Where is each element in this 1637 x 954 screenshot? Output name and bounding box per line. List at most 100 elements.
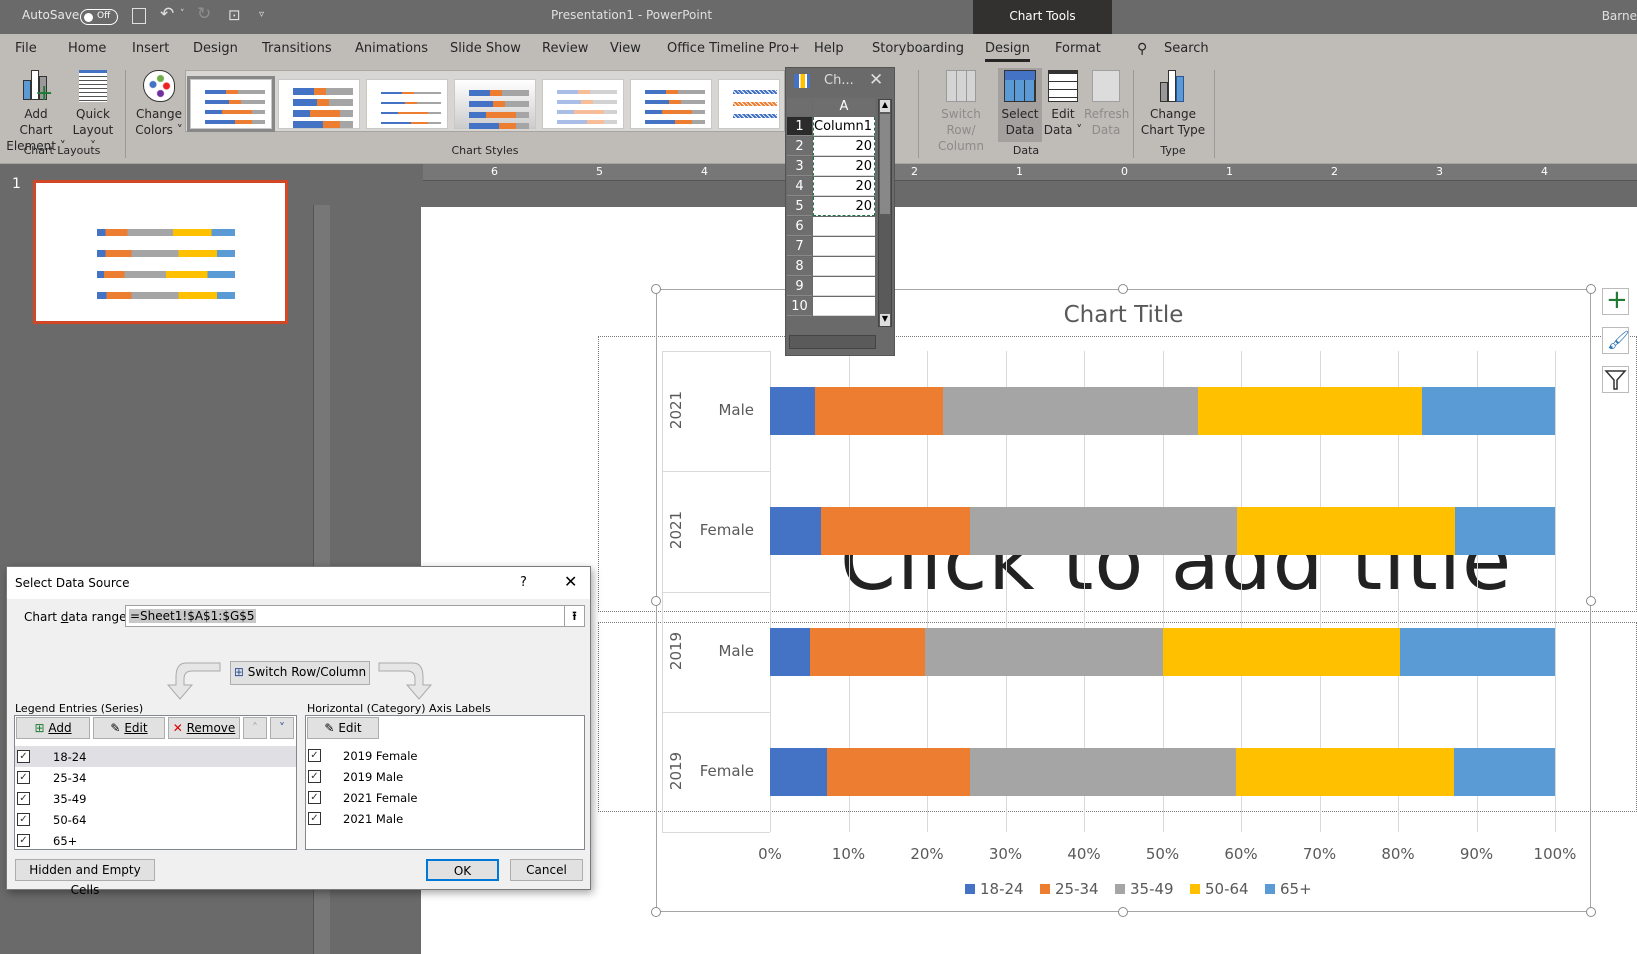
resize-handle[interactable] (1586, 907, 1596, 917)
save-icon[interactable] (132, 8, 146, 24)
scroll-up-icon[interactable]: ▲ (880, 100, 890, 112)
axis-labels-list[interactable]: ✎ Edit ✓ 2019 Female ✓ 2019 Male ✓ 2021 Femal… (305, 715, 585, 850)
chart-filters-button[interactable] (1602, 366, 1629, 393)
tab-slide-show[interactable]: Slide Show (450, 41, 521, 56)
close-icon[interactable]: ✕ (869, 70, 883, 90)
series-checkbox[interactable]: ✓ (17, 750, 30, 763)
row-header[interactable]: 1 (787, 117, 812, 136)
axis-label-checkbox[interactable]: ✓ (308, 770, 321, 783)
sheet-cell[interactable] (813, 257, 875, 276)
chart-style-4[interactable] (454, 79, 536, 129)
add-chart-element-button[interactable]: + Add Chart Element ˅ (6, 70, 66, 154)
resize-handle[interactable] (1118, 284, 1128, 294)
refresh-data-button[interactable]: Refresh Data (1084, 70, 1129, 138)
sheet-cell[interactable] (813, 297, 875, 316)
tab-transitions[interactable]: Transitions (262, 41, 332, 56)
hidden-empty-cells-button[interactable]: Hidden and Empty Cells (15, 859, 155, 897)
tab-animations[interactable]: Animations (355, 41, 428, 56)
series-checkbox[interactable]: ✓ (17, 792, 30, 805)
sheet-row[interactable]: 10 (786, 297, 892, 317)
column-header-a[interactable]: A (813, 98, 875, 116)
select-all-corner[interactable] (787, 98, 812, 116)
resize-handle[interactable] (651, 596, 661, 606)
edit-axis-labels-button[interactable]: ✎ Edit (307, 717, 379, 739)
sheet-row[interactable]: 2 20 (786, 137, 892, 157)
chart-data-sheet-window[interactable]: Ch... ✕ A ▲ ▼ 1 Column1 2 20 3 20 4 20 5 20 6 7 8 9 10 (785, 67, 895, 356)
chart-style-7[interactable] (718, 79, 780, 129)
chart-style-1[interactable] (187, 76, 275, 132)
series-list-item[interactable]: ✓ 35-49 (15, 788, 296, 809)
undo-dropdown-icon[interactable]: ˅ (180, 9, 185, 19)
resize-handle[interactable] (1118, 907, 1128, 917)
switch-row-column-button[interactable]: Switch Row/ Column (926, 70, 996, 154)
resize-handle[interactable] (651, 907, 661, 917)
row-header[interactable]: 2 (787, 137, 812, 156)
sheet-row[interactable]: 4 20 (786, 177, 892, 197)
sheet-cell[interactable]: 20 (813, 197, 875, 216)
sheet-row[interactable]: 1 Column1 (786, 117, 892, 137)
slide-thumbnail-1[interactable] (33, 180, 288, 324)
tab-help[interactable]: Help (814, 41, 844, 56)
chart-style-3[interactable] (366, 79, 448, 129)
sheet-cell[interactable] (813, 277, 875, 296)
tab-storyboarding[interactable]: Storyboarding (872, 41, 964, 56)
tab-insert[interactable]: Insert (132, 41, 169, 56)
sheet-row[interactable]: 3 20 (786, 157, 892, 177)
chart-styles-gallery[interactable] (185, 70, 785, 132)
switch-row-column-dialog-button[interactable]: ⊞ Switch Row/Column (230, 661, 370, 685)
axis-label-checkbox[interactable]: ✓ (308, 791, 321, 804)
dialog-close-icon[interactable]: ✕ (564, 572, 577, 591)
customize-qat-icon[interactable]: ▿ (259, 9, 264, 20)
sheet-cell[interactable]: 20 (813, 177, 875, 196)
edit-series-button[interactable]: ✎ Edit (93, 717, 165, 739)
row-header[interactable]: 3 (787, 157, 812, 176)
present-icon[interactable]: ⊡ (228, 6, 241, 24)
undo-icon[interactable]: ↶ (160, 4, 174, 24)
horizontal-scrollbar[interactable] (789, 335, 876, 349)
axis-label-item[interactable]: ✓ 2021 Male (306, 809, 584, 830)
tab-design[interactable]: Design (193, 41, 238, 56)
tab-view[interactable]: View (610, 41, 641, 56)
series-list-item[interactable]: ✓ 25-34 (15, 767, 296, 788)
quick-layout-button[interactable]: Quick Layout ˅ (68, 70, 118, 154)
sheet-row[interactable]: 5 20 (786, 197, 892, 217)
row-header[interactable]: 4 (787, 177, 812, 196)
row-header[interactable]: 5 (787, 197, 812, 216)
axis-label-checkbox[interactable]: ✓ (308, 749, 321, 762)
sheet-row[interactable]: 6 (786, 217, 892, 237)
series-checkbox[interactable]: ✓ (17, 771, 30, 784)
search-icon[interactable]: ⚲ (1137, 41, 1147, 57)
tab-chart-design[interactable]: Design (985, 41, 1030, 62)
series-list-item[interactable]: ✓ 65+ (15, 830, 296, 851)
select-data-button[interactable]: Select Data (998, 68, 1042, 142)
sheet-row[interactable]: 7 (786, 237, 892, 257)
autosave-toggle[interactable]: Off (80, 9, 118, 25)
chart-style-6[interactable] (630, 79, 712, 129)
series-checkbox[interactable]: ✓ (17, 813, 30, 826)
sheet-cell[interactable] (813, 237, 875, 256)
sheet-cell[interactable] (813, 217, 875, 236)
chart-styles-button[interactable]: 🖌 (1602, 327, 1630, 354)
row-header[interactable]: 8 (787, 257, 812, 276)
series-list-item[interactable]: ✓ 50-64 (15, 809, 296, 830)
move-up-button[interactable]: ˄ (243, 717, 267, 739)
resize-handle[interactable] (1586, 284, 1596, 294)
tab-office-timeline[interactable]: Office Timeline Pro+ (667, 41, 800, 56)
row-header[interactable]: 7 (787, 237, 812, 256)
chart-style-2[interactable] (278, 79, 360, 129)
sheet-cell[interactable]: 20 (813, 137, 875, 156)
axis-label-item[interactable]: ✓ 2021 Female (306, 788, 584, 809)
cancel-button[interactable]: Cancel (510, 859, 583, 881)
chart-style-5[interactable] (542, 79, 624, 129)
search-box[interactable]: Search (1164, 41, 1209, 56)
tab-review[interactable]: Review (542, 41, 588, 56)
series-checkbox[interactable]: ✓ (17, 834, 30, 847)
resize-handle[interactable] (651, 284, 661, 294)
chart-area[interactable] (657, 290, 1590, 911)
user-name[interactable]: Barne (1602, 9, 1637, 23)
tab-file[interactable]: File (15, 41, 37, 56)
sheet-cell[interactable]: Column1 (813, 117, 875, 136)
add-series-button[interactable]: ⊞ Add (16, 717, 90, 739)
row-header[interactable]: 10 (787, 297, 812, 316)
row-header[interactable]: 9 (787, 277, 812, 296)
